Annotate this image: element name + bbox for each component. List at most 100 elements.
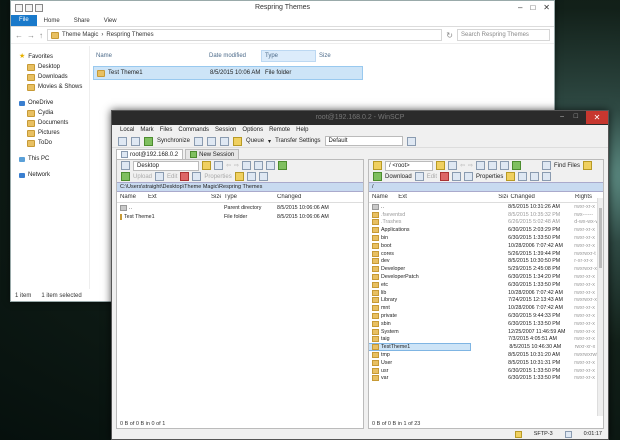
- sync-browse-icon[interactable]: [194, 136, 204, 146]
- refresh-icon[interactable]: [512, 161, 522, 170]
- table-row[interactable]: sbin 6/30/2015 1:33:50 PM rwxr-xr-x: [369, 320, 603, 328]
- maximize-button[interactable]: □: [530, 3, 535, 12]
- table-row[interactable]: mnt 10/28/2006 7:07:42 AM rwxr-xr-x: [369, 304, 603, 312]
- column-name[interactable]: Name: [93, 53, 206, 59]
- find-files-button[interactable]: Find Files: [554, 163, 580, 169]
- table-row[interactable]: Test Theme1 File folder 8/5/2015 10:06:06 …: [117, 212, 363, 221]
- refresh-icon[interactable]: [278, 161, 288, 170]
- column-type[interactable]: Type: [221, 194, 274, 200]
- transfer-settings-dropdown[interactable]: Default: [324, 136, 403, 146]
- back-arrow-icon[interactable]: ⇦: [226, 162, 231, 169]
- maximize-button[interactable]: □: [574, 113, 578, 120]
- plus-icon[interactable]: [246, 172, 256, 181]
- column-date-modified[interactable]: Date modified: [206, 53, 261, 59]
- properties-button[interactable]: Properties: [204, 174, 231, 180]
- filter-icon[interactable]: [448, 161, 457, 170]
- table-row[interactable]: .Trashes 6/26/2015 5:02:48 AM d-wx-wx-wt: [369, 219, 603, 227]
- edit-button[interactable]: Edit: [427, 174, 437, 180]
- sidebar-item-documents[interactable]: Documents: [11, 118, 89, 128]
- sidebar-item-onedrive[interactable]: OneDrive: [11, 98, 89, 108]
- table-row[interactable]: Library 7/24/2015 12:13:43 AM rwxrwxr-x: [369, 297, 603, 305]
- table-row[interactable]: TestTheme1 8/5/2015 10:46:30 AM rwxr-xr-x: [369, 343, 603, 352]
- sidebar-item-desktop[interactable]: Desktop: [11, 62, 89, 72]
- table-row[interactable]: private 6/30/2015 9:44:33 PM rwxr-xr-x: [369, 312, 603, 320]
- synchronize-icon[interactable]: [144, 136, 153, 146]
- table-row[interactable]: var 6/30/2015 1:33:50 PM rwxr-xr-x: [369, 375, 603, 383]
- table-row[interactable]: etc 6/30/2015 1:33:50 PM rwxr-xr-x: [369, 281, 603, 289]
- local-path-bar[interactable]: C:\Users\straight\Desktop\Theme Magic\Re…: [117, 182, 363, 192]
- rename-icon[interactable]: [452, 172, 462, 181]
- home-icon[interactable]: [266, 161, 276, 170]
- local-drive-dropdown[interactable]: Desktop: [133, 160, 199, 171]
- new-folder-icon[interactable]: [506, 172, 516, 181]
- remote-directory-dropdown[interactable]: / <root>: [385, 160, 433, 171]
- column-name[interactable]: Name: [117, 194, 145, 200]
- refresh-icon[interactable]: ↻: [446, 31, 453, 40]
- parent-directory-icon[interactable]: [476, 161, 486, 170]
- properties-icon[interactable]: [464, 172, 474, 181]
- menu-local[interactable]: Local: [120, 127, 134, 133]
- edit-icon[interactable]: [414, 172, 424, 181]
- sidebar-item-cydia[interactable]: Cydia: [11, 108, 89, 118]
- filter-icon[interactable]: [542, 172, 552, 181]
- edit-button[interactable]: Edit: [167, 174, 177, 180]
- up-arrow-icon[interactable]: ↑: [39, 31, 43, 40]
- delete-icon[interactable]: [440, 172, 450, 181]
- close-button[interactable]: ✕: [543, 3, 550, 12]
- home-icon[interactable]: [500, 161, 510, 170]
- menu-help[interactable]: Help: [296, 127, 308, 133]
- sidebar-item-downloads[interactable]: Downloads: [11, 72, 89, 82]
- table-row[interactable]: DeveloperPatch 6/30/2015 1:34:20 PM rwxr-x…: [369, 273, 603, 281]
- preferences-icon[interactable]: [220, 136, 230, 146]
- terminal-icon[interactable]: [207, 136, 217, 146]
- minimize-button[interactable]: –: [518, 3, 522, 12]
- table-row[interactable]: boot 10/28/2006 7:07:42 AM rwxr-xr-x: [369, 242, 603, 250]
- minimize-button[interactable]: –: [560, 113, 564, 120]
- close-button[interactable]: ✕: [586, 111, 608, 124]
- table-row[interactable]: dev 8/5/2015 10:30:50 PM r-xr-xr-x: [369, 258, 603, 266]
- open-folder-icon[interactable]: [436, 161, 445, 170]
- table-row[interactable]: tmp 8/5/2015 10:31:20 AM rwxrwxrwt: [369, 351, 603, 359]
- tab-view[interactable]: View: [97, 18, 124, 24]
- minus-icon[interactable]: [258, 172, 268, 181]
- new-folder-icon[interactable]: [234, 172, 244, 181]
- find-files-icon[interactable]: [541, 161, 551, 170]
- edit-icon[interactable]: [155, 172, 165, 181]
- tab-share[interactable]: Share: [67, 18, 97, 24]
- table-row[interactable]: Test Theme1 8/5/2015 10:06 AM File folde…: [93, 66, 363, 80]
- table-row[interactable]: cores 5/26/2015 1:39:44 PM rwxrwxr-t: [369, 250, 603, 258]
- queue-button[interactable]: Queue: [246, 138, 264, 144]
- parent-directory-icon[interactable]: [242, 161, 252, 170]
- column-name[interactable]: Name: [369, 194, 395, 200]
- new-session-icon[interactable]: [118, 136, 127, 146]
- plus-icon[interactable]: [518, 172, 528, 181]
- table-row[interactable]: User 8/5/2015 10:31:31 PM rwxr-xr-x: [369, 359, 603, 367]
- queue-icon[interactable]: [233, 136, 243, 146]
- sidebar-item-this-pc[interactable]: This PC: [11, 154, 89, 164]
- synchronize-button[interactable]: Synchronize: [157, 138, 190, 144]
- menu-session[interactable]: Session: [215, 127, 236, 133]
- minus-icon[interactable]: [530, 172, 540, 181]
- tab-new-session[interactable]: New Session: [185, 149, 240, 159]
- tab-session[interactable]: root@192.168.0.2: [116, 149, 184, 159]
- tab-home[interactable]: Home: [37, 18, 67, 24]
- upload-icon[interactable]: [121, 172, 130, 181]
- transfer-options-icon[interactable]: [406, 136, 416, 146]
- compare-icon[interactable]: [131, 136, 140, 146]
- column-size[interactable]: Size: [316, 53, 359, 59]
- sidebar-item-todo[interactable]: ToDo: [11, 138, 89, 148]
- column-size[interactable]: Size: [208, 194, 221, 200]
- filter-icon[interactable]: [214, 161, 223, 170]
- tag-icon[interactable]: [583, 161, 592, 170]
- breadcrumb-respring-themes[interactable]: Respring Themes: [106, 32, 153, 38]
- download-button[interactable]: Download: [385, 174, 412, 180]
- root-directory-icon[interactable]: [488, 161, 498, 170]
- column-type[interactable]: Type: [261, 50, 316, 62]
- table-row[interactable]: Applications 6/30/2015 2:03:29 PM rwxr-xr-…: [369, 226, 603, 234]
- menu-files[interactable]: Files: [160, 127, 173, 133]
- delete-icon[interactable]: [180, 172, 190, 181]
- forward-arrow-icon[interactable]: ⇨: [468, 162, 473, 169]
- chevron-down-icon[interactable]: ▾: [268, 138, 271, 145]
- table-row[interactable]: .. Parent directory 8/5/2015 10:06:06 AM: [117, 203, 363, 212]
- open-folder-icon[interactable]: [202, 161, 211, 170]
